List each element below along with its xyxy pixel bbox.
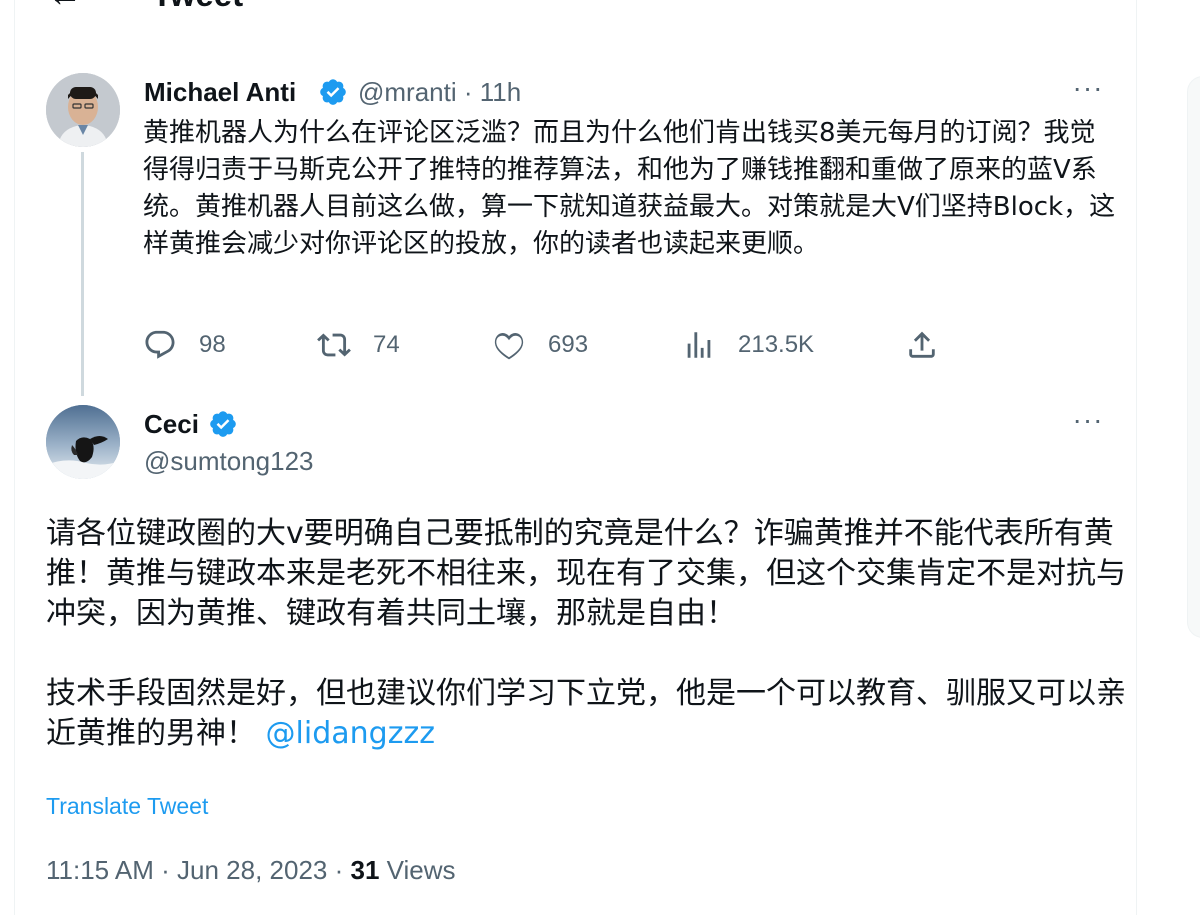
author-name[interactable]: Ceci [144, 408, 199, 440]
page-title: Tweet [152, 0, 243, 11]
tweet-timestamp: 11:15 AM · Jun 28, 2023 · 31 Views [46, 854, 456, 886]
verified-badge-icon[interactable] [318, 77, 348, 107]
tweet-paragraph-text: 技术手段固然是好，但也建议你们学习下立党，他是一个可以教育、驯服又可以亲近黄推的… [46, 676, 1126, 751]
author-handle[interactable]: @sumtong123 [144, 445, 314, 477]
views-label: Views [379, 855, 456, 885]
verified-badge-icon[interactable] [208, 409, 238, 439]
avatar-photo [46, 405, 120, 479]
like-count: 693 [548, 331, 589, 358]
tweet-text: 黄推机器人为什么在评论区泛滥？而且为什么他们肯出钱买8美元每月的订阅？我觉得得归… [143, 118, 1116, 259]
tweet-page: ← Tweet Michael Anti @mranti · 11h ··· 黄… [0, 0, 1200, 915]
mention-link[interactable]: @lidangzzz [266, 716, 435, 751]
column-border-right [1136, 0, 1137, 915]
bar-chart-icon [687, 332, 711, 358]
author-name[interactable]: Michael Anti [144, 76, 296, 108]
avatar-photo [46, 73, 120, 147]
share-icon [909, 331, 935, 358]
retweet-count: 74 [373, 331, 400, 358]
column-border-left [14, 0, 15, 915]
arrow-left-icon[interactable]: ← [48, 0, 92, 12]
heart-icon [494, 332, 524, 360]
sidebar-widget-edge [1187, 76, 1200, 638]
retweet-button[interactable]: 74 [317, 327, 400, 363]
views-count: 213.5K [738, 331, 815, 358]
reply-count: 98 [199, 331, 226, 358]
reply-icon [145, 330, 175, 359]
tweet-paragraph: 请各位键政圈的大v要明确自己要抵制的究竟是什么？诈骗黄推并不能代表所有黄推！黄推… [46, 516, 1126, 631]
more-options-icon[interactable]: ··· [1068, 74, 1108, 108]
handle-and-time[interactable]: @mranti · 11h [358, 76, 521, 108]
page-header: ← Tweet [15, 0, 1135, 22]
retweet-icon [317, 333, 351, 357]
reply-button[interactable]: 98 [143, 327, 226, 363]
tweet-paragraph: 技术手段固然是好，但也建议你们学习下立党，他是一个可以教育、驯服又可以亲近黄推的… [46, 674, 1126, 754]
views-button[interactable]: 213.5K [682, 327, 814, 363]
avatar[interactable] [46, 405, 120, 479]
more-options-icon[interactable]: ··· [1068, 406, 1108, 440]
thread-connector-line [81, 152, 84, 396]
tweet-body: 请各位键政圈的大v要明确自己要抵制的究竟是什么？诈骗黄推并不能代表所有黄推！黄推… [46, 514, 1126, 754]
views-number: 31 [350, 855, 380, 885]
share-button[interactable] [905, 327, 939, 363]
like-button[interactable]: 693 [492, 327, 588, 363]
time-date[interactable]: 11:15 AM · Jun 28, 2023 · [46, 855, 350, 885]
translate-tweet-link[interactable]: Translate Tweet [46, 791, 208, 821]
avatar[interactable] [46, 73, 120, 147]
